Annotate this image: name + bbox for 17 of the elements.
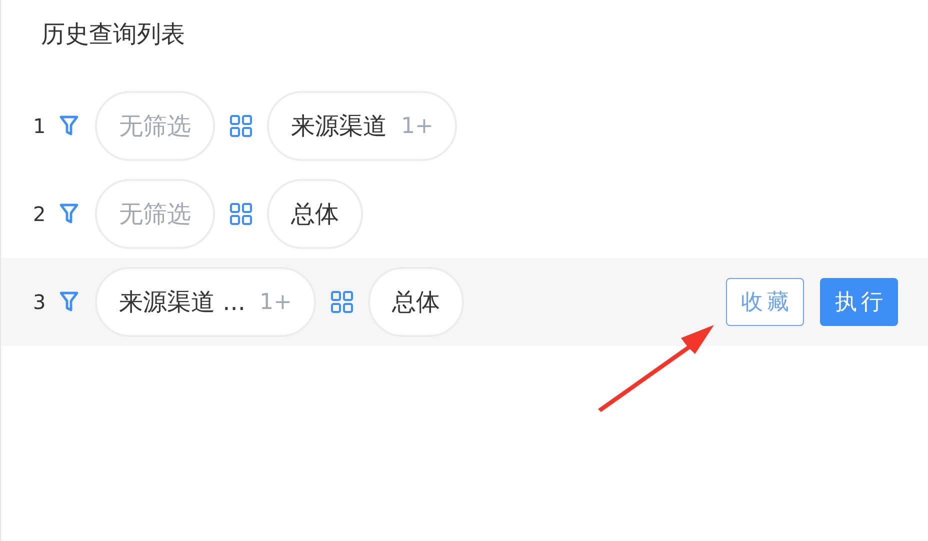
filter-tag[interactable]: 来源渠道 ... 1+ xyxy=(95,267,316,337)
filter-icon[interactable] xyxy=(59,115,79,137)
dimension-tag[interactable]: 来源渠道 1+ xyxy=(267,91,458,161)
count-label: 1+ xyxy=(260,290,292,314)
history-row[interactable]: 3 来源渠道 ... 1+ 总体 收藏 执行 xyxy=(1,258,928,346)
grid-icon[interactable] xyxy=(330,291,353,313)
row-number: 3 xyxy=(33,290,47,314)
filter-icon[interactable] xyxy=(59,291,79,313)
dimension-tag[interactable]: 总体 xyxy=(368,267,464,337)
page-title: 历史查询列表 xyxy=(40,19,186,50)
grid-icon[interactable] xyxy=(230,203,252,225)
filter-icon[interactable] xyxy=(59,203,79,225)
grid-icon[interactable] xyxy=(230,115,252,137)
row-number: 2 xyxy=(33,202,47,226)
row-number: 1 xyxy=(33,114,47,138)
dimension-tag[interactable]: 总体 xyxy=(267,179,363,249)
count-label: 1+ xyxy=(401,114,434,138)
